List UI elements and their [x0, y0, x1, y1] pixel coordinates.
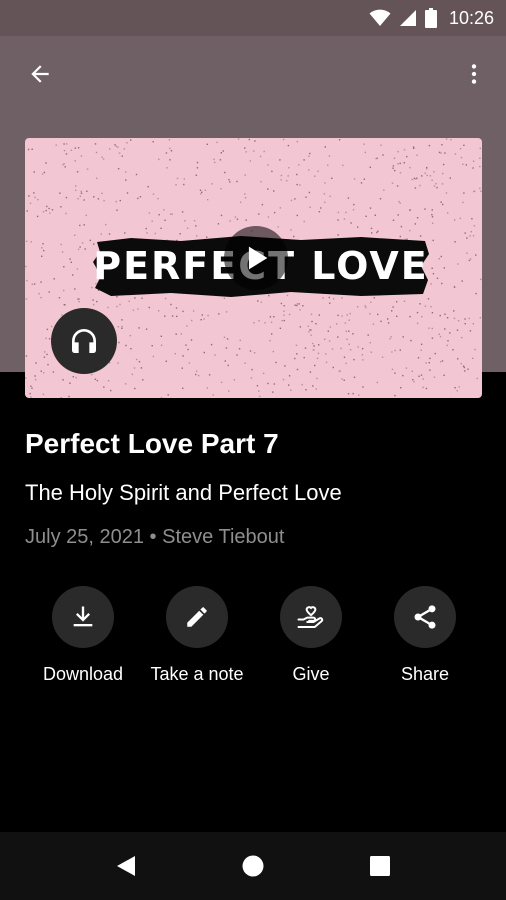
download-label: Download: [42, 664, 124, 684]
share-circle: [394, 586, 456, 648]
audio-badge: [51, 308, 117, 374]
pencil-icon: [187, 607, 207, 627]
back-button[interactable]: [22, 56, 58, 92]
meta-separator: •: [149, 526, 157, 548]
nav-back-icon: [117, 856, 135, 876]
sermon-meta: July 25, 2021 • Steve Tiebout: [25, 526, 284, 549]
status-time: 10:26: [448, 7, 494, 28]
take-note-button[interactable]: Take a note: [137, 586, 257, 685]
more-options-button[interactable]: [456, 56, 492, 92]
download-circle: [52, 586, 114, 648]
give-circle: [280, 586, 342, 648]
play-icon: [248, 246, 268, 270]
system-nav-bar: [0, 832, 506, 900]
give-button[interactable]: Give: [251, 586, 371, 685]
status-icons: 10:26: [369, 6, 494, 30]
take-note-label: Take a note: [150, 664, 244, 684]
share-label: Share: [400, 664, 450, 684]
give-heart-hand-icon: [297, 606, 324, 628]
sermon-subtitle: The Holy Spirit and Perfect Love: [25, 480, 342, 505]
headphones-icon: [72, 329, 96, 353]
sermon-date: July 25, 2021: [25, 526, 144, 548]
sermon-artwork[interactable]: PERFECT LOVE: [25, 138, 482, 398]
play-button[interactable]: [224, 226, 288, 290]
wifi-icon: [369, 9, 391, 26]
arrow-back-icon: [31, 65, 49, 83]
nav-recents-icon: [370, 856, 390, 876]
nav-home-button[interactable]: [235, 848, 271, 884]
nav-recents-button[interactable]: [362, 848, 398, 884]
nav-home-icon: [242, 855, 264, 877]
give-label: Give: [292, 664, 330, 684]
battery-icon: [424, 8, 437, 28]
sermon-speaker: Steve Tiebout: [162, 526, 285, 548]
status-bar: 10:26: [0, 0, 506, 36]
more-vert-icon: [471, 64, 477, 84]
take-note-circle: [166, 586, 228, 648]
sermon-title: Perfect Love Part 7: [25, 428, 279, 459]
share-icon: [414, 605, 436, 629]
cell-signal-icon: [399, 10, 416, 26]
action-row: Download Take a note Give Share: [0, 586, 506, 696]
download-icon: [73, 606, 93, 627]
nav-back-button[interactable]: [108, 848, 144, 884]
download-button[interactable]: Download: [23, 586, 143, 685]
share-button[interactable]: Share: [365, 586, 485, 685]
